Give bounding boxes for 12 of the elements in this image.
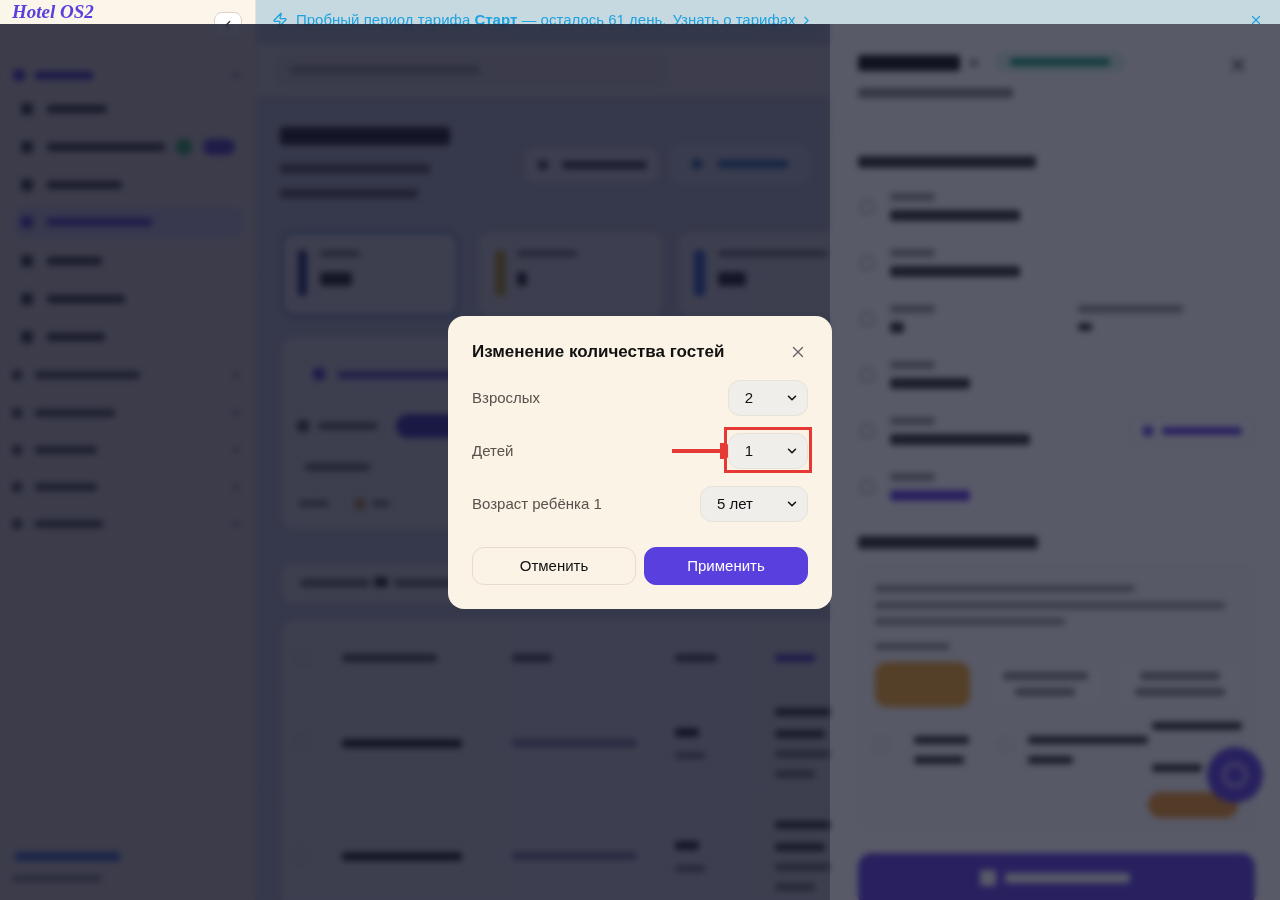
dropdown[interactable]: 2 (727, 380, 808, 416)
dropdown[interactable]: 1 (727, 433, 808, 469)
field-label: Взрослых (472, 387, 541, 408)
field-label: Детей (472, 440, 514, 461)
field-label: Возраст ребёнка 1 (472, 493, 602, 514)
app-logo: Hotel OS2 (12, 2, 94, 22)
banner-message: Пробный период тарифа Старт — осталось 61 день. (296, 11, 667, 29)
apply-button[interactable]: Применить (644, 547, 808, 585)
close-icon[interactable] (1249, 13, 1263, 27)
cancel-button[interactable]: Отменить (472, 547, 636, 585)
dropdown[interactable]: 5 лет (700, 486, 808, 522)
dialog-title: Изменение количества гостей (472, 341, 725, 364)
